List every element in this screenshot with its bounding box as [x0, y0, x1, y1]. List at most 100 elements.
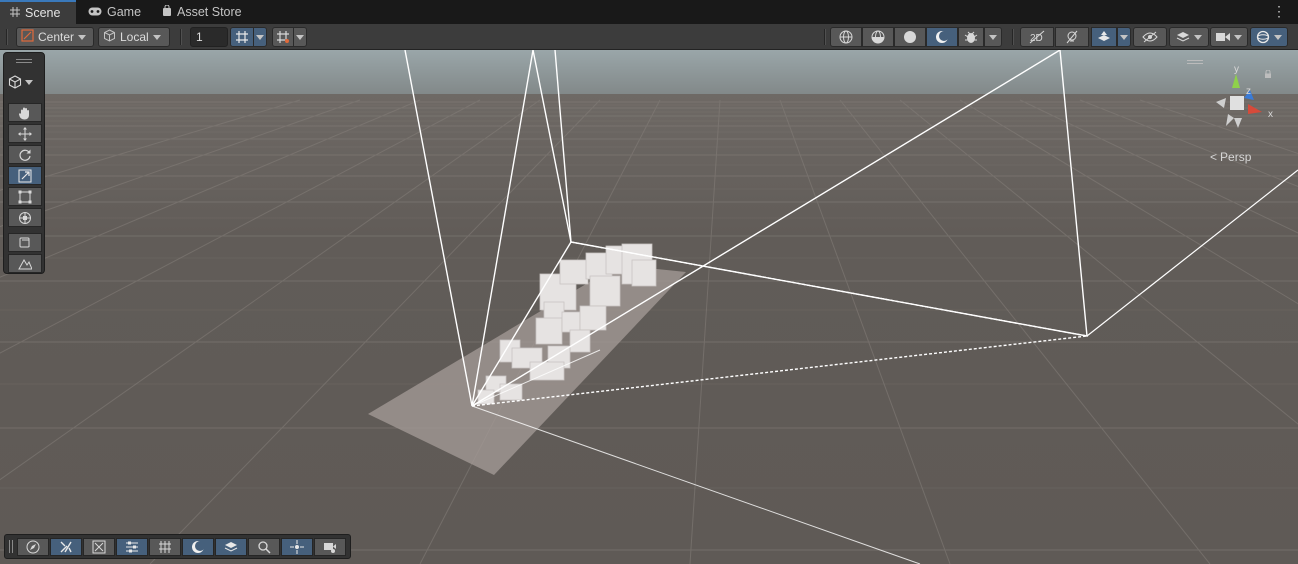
chevron-down-icon — [1194, 34, 1202, 40]
move-tool-button[interactable] — [8, 124, 42, 143]
more-options-icon[interactable]: ⋮ — [1272, 3, 1286, 20]
shaded-wireframe-sphere-icon — [871, 30, 885, 44]
search-icon — [258, 541, 271, 554]
chevron-down-icon — [78, 34, 87, 40]
gizmo-center-cube — [1230, 96, 1244, 110]
scene-toolbar: Center Local 1 2D — [0, 24, 1298, 50]
increment-snap-button[interactable] — [272, 27, 294, 47]
lighting-toggle-button[interactable] — [1055, 27, 1089, 47]
render-layers-overlay-button[interactable] — [215, 538, 247, 556]
component-tools-button[interactable] — [8, 254, 42, 273]
tools-overlay — [3, 52, 45, 274]
pivot-rotation-label: Local — [120, 30, 149, 44]
chevron-down-icon — [256, 34, 264, 40]
scale-icon — [18, 169, 32, 182]
grid-snap-icon — [236, 31, 248, 43]
transform-overlay-button[interactable] — [83, 538, 115, 556]
lock-icon[interactable] — [1264, 70, 1272, 78]
pivot-rotation-dropdown[interactable]: Local — [98, 27, 170, 47]
rotate-tool-button[interactable] — [8, 145, 42, 164]
orientation-overlay-button[interactable] — [17, 538, 49, 556]
cameras-overlay-button[interactable] — [314, 538, 346, 556]
bug-icon — [964, 31, 978, 43]
rect-tool-button[interactable] — [8, 187, 42, 206]
cube-icon — [8, 75, 22, 89]
unlit-sphere-icon — [936, 31, 949, 43]
custom-tool-icon — [19, 237, 30, 247]
pivot-mode-dropdown[interactable]: Center — [16, 27, 94, 47]
scene-camera-dropdown[interactable] — [1210, 27, 1248, 47]
effects-toggle-button[interactable] — [1091, 27, 1117, 47]
tools-overlay-button[interactable] — [50, 538, 82, 556]
view-options-overlay-button[interactable] — [149, 538, 181, 556]
tab-asset-store[interactable]: Asset Store — [152, 0, 252, 24]
gizmos-dropdown[interactable] — [1250, 27, 1288, 47]
layers-effects-icon — [1098, 31, 1110, 41]
svg-text:2D: 2D — [1030, 33, 1043, 44]
grid-snapping-button[interactable] — [230, 27, 254, 47]
grid-snap-overlay-button[interactable] — [116, 538, 148, 556]
grid-hatch-icon — [159, 541, 171, 553]
transform-icon — [19, 211, 31, 224]
2d-icon: 2D — [1029, 30, 1045, 44]
camera-projection-toggle[interactable]: < Persp — [1210, 150, 1251, 164]
render-layers-dropdown[interactable] — [1169, 27, 1209, 47]
grid-increment-field[interactable]: 1 — [190, 27, 228, 47]
camera-mode-label: Persp — [1220, 150, 1252, 164]
local-cube-icon — [103, 29, 116, 45]
lighting-overlay-button[interactable] — [281, 538, 313, 556]
shaded-wireframe-button[interactable] — [862, 27, 894, 47]
pivot-mode-label: Center — [38, 30, 75, 44]
rect-transform-icon — [18, 190, 32, 203]
skybox — [0, 50, 1298, 100]
toggle-2d-button[interactable]: 2D — [1020, 27, 1054, 47]
view-tool-button[interactable] — [8, 103, 42, 122]
draw-mode-overlay-button[interactable] — [182, 538, 214, 556]
tool-context-dropdown[interactable] — [8, 75, 33, 89]
grid-snapping-dropdown[interactable] — [253, 27, 267, 47]
chevron-down-icon — [25, 79, 33, 85]
scene-visibility-button[interactable] — [1133, 27, 1167, 47]
move-arrows-icon — [18, 126, 32, 141]
chevron-down-icon — [1274, 34, 1282, 40]
transform-tool-button[interactable] — [8, 208, 42, 227]
window-tab-bar: Scene Game Asset Store ⋮ — [0, 0, 1298, 24]
stacked-layers-icon — [224, 542, 238, 552]
layers-icon — [1176, 32, 1190, 42]
shaded-sphere-icon — [904, 31, 916, 43]
camera-icon — [324, 543, 336, 553]
scale-tool-button[interactable] — [8, 166, 42, 185]
overlay-drag-handle[interactable] — [16, 59, 32, 63]
effects-dropdown[interactable] — [1117, 27, 1131, 47]
chevron-down-icon — [989, 34, 997, 40]
chevron-down-icon — [152, 34, 161, 40]
tab-scene[interactable]: Scene — [0, 0, 76, 24]
scene-render — [0, 50, 1298, 564]
overlays-toolbar — [4, 534, 351, 559]
overlay-drag-handle[interactable] — [9, 540, 13, 553]
custom-tools-button[interactable] — [8, 233, 42, 252]
compass-icon — [26, 540, 40, 554]
toolbar-grip — [180, 29, 182, 45]
search-overlay-button[interactable] — [248, 538, 280, 556]
chevron-down-icon — [296, 34, 304, 40]
increment-snap-dropdown[interactable] — [293, 27, 307, 47]
ground-plane — [0, 94, 1298, 564]
wireframe-draw-button[interactable] — [830, 27, 862, 47]
shaded-draw-button[interactable] — [894, 27, 926, 47]
chevron-down-icon — [1234, 34, 1242, 40]
tab-game[interactable]: Game — [78, 0, 151, 24]
gizmos-globe-icon — [1256, 30, 1270, 44]
half-moon-icon — [192, 541, 205, 553]
wireframe-sphere-icon — [839, 30, 853, 44]
tab-game-label: Game — [107, 5, 142, 19]
axis-label-y: y — [1234, 64, 1239, 75]
shopping-bag-icon — [162, 4, 172, 19]
wrench-icon — [60, 541, 72, 553]
unlit-draw-button[interactable] — [926, 27, 958, 47]
draw-mode-dropdown[interactable] — [984, 27, 1002, 47]
scene-viewport[interactable] — [0, 50, 1298, 564]
sliders-icon — [126, 541, 138, 553]
debug-draw-button[interactable] — [958, 27, 984, 47]
tab-asset-store-label: Asset Store — [177, 5, 242, 19]
